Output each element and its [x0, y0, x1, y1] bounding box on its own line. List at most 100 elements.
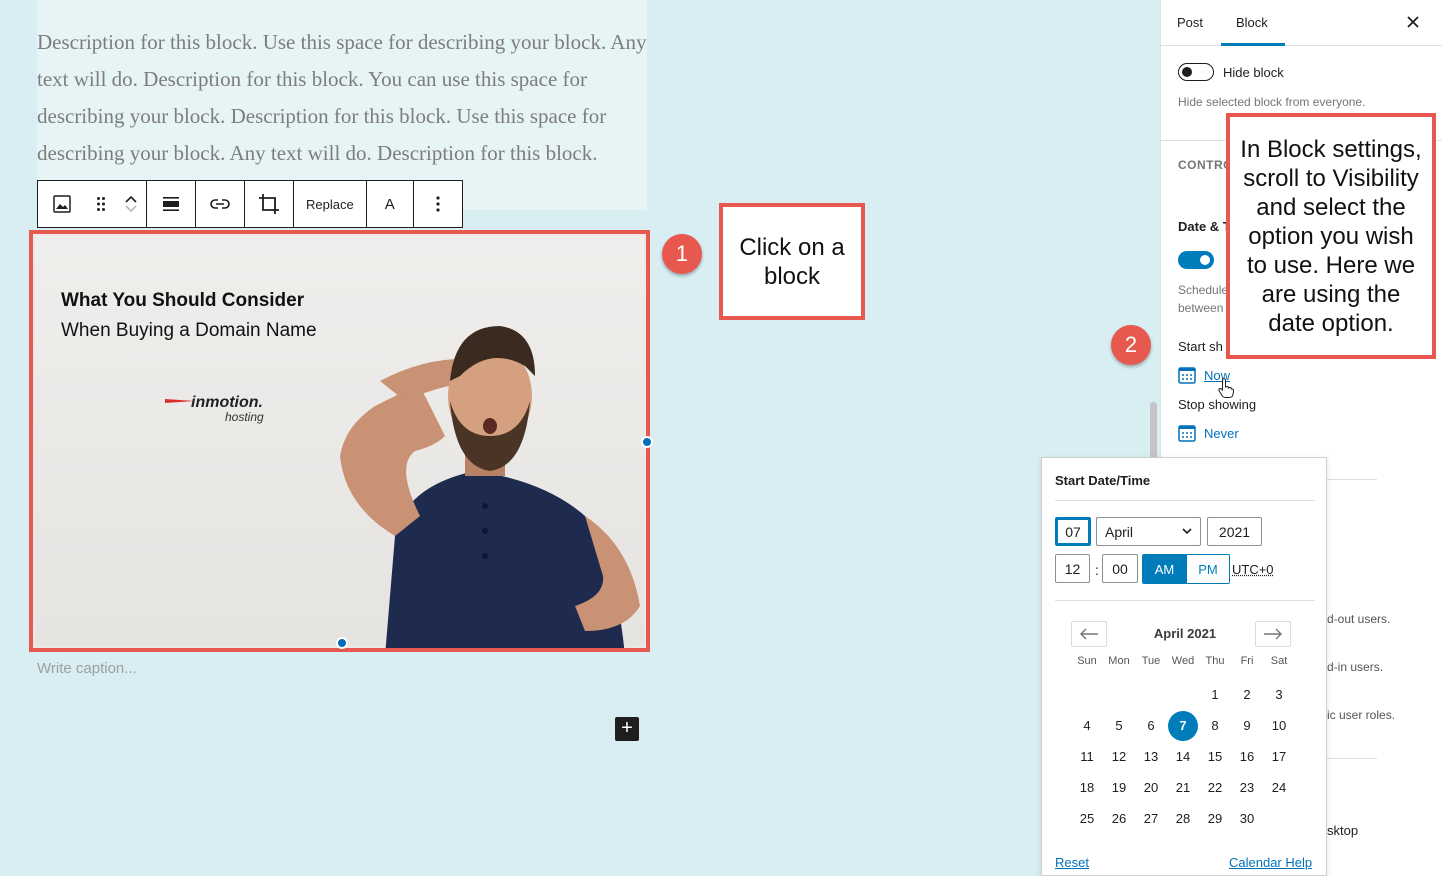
brand-swoosh-icon	[165, 398, 195, 404]
crop-icon	[258, 193, 280, 215]
am-button[interactable]: AM	[1143, 555, 1186, 583]
sidebar-divider	[1327, 479, 1377, 480]
calendar-day[interactable]: 18	[1072, 773, 1102, 803]
calendar-day[interactable]: 12	[1104, 742, 1134, 772]
stop-showing-button[interactable]: Never	[1178, 424, 1239, 442]
caption-input[interactable]: Write caption...	[37, 660, 137, 677]
block-mover	[116, 181, 146, 227]
calendar-day[interactable]: 3	[1264, 680, 1294, 710]
controls-heading[interactable]: CONTRO	[1178, 158, 1233, 172]
visibility-option-logged-out: d-out users.	[1327, 612, 1390, 626]
calendar-day[interactable]: 4	[1072, 711, 1102, 741]
weekday-label: Sun	[1071, 655, 1103, 667]
image-block[interactable]: What You Should Consider When Buying a D…	[29, 230, 650, 652]
calendar-day[interactable]: 25	[1072, 804, 1102, 834]
stop-showing-label: Stop showing	[1178, 397, 1256, 412]
toolbar-group-crop	[245, 181, 294, 227]
hide-block-toggle[interactable]	[1178, 63, 1214, 81]
calendar-day[interactable]: 15	[1200, 742, 1230, 772]
reset-button[interactable]: Reset	[1055, 855, 1089, 870]
visibility-option-logged-in: d-in users.	[1327, 660, 1383, 674]
calendar-help-button[interactable]: Calendar Help	[1229, 855, 1312, 870]
calendar-day[interactable]: 1	[1200, 680, 1230, 710]
calendar-day[interactable]: 10	[1264, 711, 1294, 741]
day-input[interactable]: 07	[1055, 517, 1091, 546]
calendar-day[interactable]: 14	[1168, 742, 1198, 772]
calendar-day[interactable]: 19	[1104, 773, 1134, 803]
drag-handle-icon	[96, 196, 106, 212]
canvas-scrollbar[interactable]	[1150, 402, 1157, 462]
next-month-button[interactable]	[1255, 621, 1291, 647]
arrow-left-icon	[1079, 628, 1099, 640]
close-icon	[1407, 16, 1419, 28]
toolbar-group-replace: Replace	[294, 181, 367, 227]
calendar-day[interactable]: 24	[1264, 773, 1294, 803]
calendar-day[interactable]: 29	[1200, 804, 1230, 834]
chevron-down-icon[interactable]	[124, 204, 138, 214]
block-inserter-button[interactable]: +	[615, 717, 639, 741]
block-toolbar: Replace A	[37, 180, 463, 228]
calendar-day[interactable]: 13	[1136, 742, 1166, 772]
image-content: What You Should Consider When Buying a D…	[35, 236, 644, 646]
year-input[interactable]: 2021	[1207, 517, 1262, 546]
pm-button[interactable]: PM	[1186, 555, 1229, 583]
month-select[interactable]: April	[1096, 517, 1201, 546]
link-icon	[210, 198, 230, 210]
step-2-badge: 2	[1111, 325, 1151, 365]
more-options-button[interactable]	[414, 181, 462, 227]
weekday-label: Mon	[1103, 655, 1135, 667]
start-date-time-popover: Start Date/Time 07 April 2021 12 : 00 AM…	[1041, 457, 1327, 876]
popover-title: Start Date/Time	[1055, 473, 1150, 488]
paragraph-text[interactable]: Description for this block. Use this spa…	[37, 24, 649, 172]
calendar-day[interactable]: 11	[1072, 742, 1102, 772]
image-headline-bold: What You Should Consider	[61, 290, 304, 312]
image-icon	[52, 194, 72, 214]
calendar-day[interactable]: 2	[1232, 680, 1262, 710]
calendar-day[interactable]: 9	[1232, 711, 1262, 741]
replace-button[interactable]: Replace	[294, 181, 366, 227]
man-saluting-illustration	[285, 286, 650, 652]
close-sidebar-button[interactable]	[1407, 12, 1419, 33]
schedule-help-1: Schedule	[1178, 283, 1228, 297]
calendar-day[interactable]: 20	[1136, 773, 1166, 803]
calendar-day[interactable]: 22	[1200, 773, 1230, 803]
date-time-toggle[interactable]	[1178, 251, 1214, 269]
weekday-label: Wed	[1167, 655, 1199, 667]
minute-input[interactable]: 00	[1102, 554, 1138, 583]
calendar-day[interactable]: 21	[1168, 773, 1198, 803]
link-button[interactable]	[196, 181, 244, 227]
block-type-image-button[interactable]	[38, 181, 86, 227]
image-resize-handle-right[interactable]	[641, 436, 653, 448]
calendar-day-selected[interactable]: 7	[1168, 711, 1198, 741]
chevron-up-icon[interactable]	[124, 194, 138, 204]
calendar-day[interactable]: 30	[1232, 804, 1262, 834]
arrow-right-icon	[1263, 628, 1283, 640]
drag-handle[interactable]	[86, 181, 116, 227]
calendar-day[interactable]: 28	[1168, 804, 1198, 834]
weekday-label: Tue	[1135, 655, 1167, 667]
align-button[interactable]	[147, 181, 195, 227]
align-center-icon	[162, 195, 180, 213]
calendar-day[interactable]: 16	[1232, 742, 1262, 772]
calendar-day[interactable]: 5	[1104, 711, 1134, 741]
month-select-value: April	[1105, 524, 1133, 540]
calendar-day[interactable]: 23	[1232, 773, 1262, 803]
stop-showing-value: Never	[1204, 426, 1239, 441]
tab-block[interactable]: Block	[1236, 15, 1268, 30]
calendar-month-title: April 2021	[1142, 626, 1228, 641]
brand-sub: hosting	[171, 410, 281, 424]
step-2-callout: In Block settings, scroll to Visibility …	[1226, 113, 1436, 359]
calendar-day[interactable]: 26	[1104, 804, 1134, 834]
previous-month-button[interactable]	[1071, 621, 1107, 647]
calendar-day[interactable]: 17	[1264, 742, 1294, 772]
calendar-day[interactable]: 8	[1200, 711, 1230, 741]
image-resize-handle-bottom[interactable]	[336, 637, 348, 649]
hour-input[interactable]: 12	[1055, 554, 1090, 583]
text-overlay-button[interactable]: A	[367, 181, 413, 227]
calendar-day[interactable]: 27	[1136, 804, 1166, 834]
tab-post[interactable]: Post	[1177, 15, 1203, 30]
calendar-day[interactable]: 6	[1136, 711, 1166, 741]
crop-button[interactable]	[245, 181, 293, 227]
timezone-label[interactable]: UTC+0	[1232, 562, 1274, 577]
start-showing-label: Start sh	[1178, 339, 1223, 354]
